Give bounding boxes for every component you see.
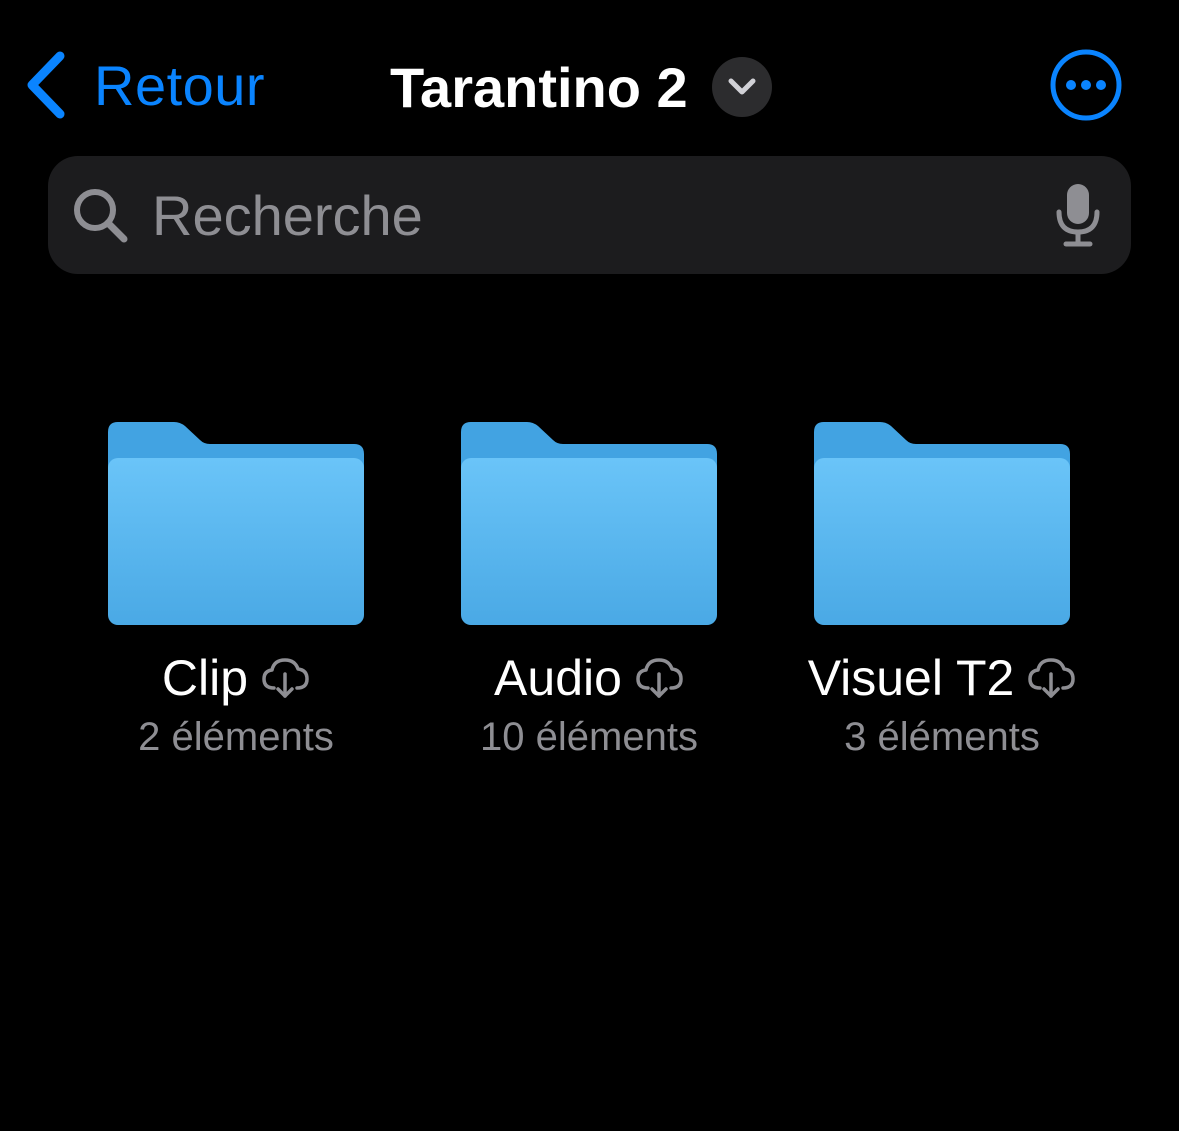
folder-icon: [461, 422, 717, 625]
ellipsis-circle-icon: [1050, 49, 1122, 121]
search-bar[interactable]: [48, 156, 1131, 274]
folder-item-count: 3 éléments: [844, 715, 1040, 759]
folder-item-count: 10 éléments: [480, 715, 698, 759]
cloud-download-icon[interactable]: [260, 656, 310, 700]
files-app-screen: Retour Tarantino 2 Recherche Clip 2 élém…: [0, 0, 1179, 1131]
folder-item[interactable]: Clip 2 éléments: [71, 420, 401, 760]
microphone-icon[interactable]: [1053, 182, 1103, 248]
more-options-button[interactable]: [1049, 48, 1123, 122]
folder-icon: [108, 422, 364, 625]
cloud-download-icon[interactable]: [634, 656, 684, 700]
folder-item[interactable]: Audio 10 éléments: [424, 420, 754, 760]
chevron-down-icon: [728, 78, 756, 95]
folder-name: Clip: [161, 650, 249, 706]
folder-name: Audio: [494, 650, 622, 706]
folder-item-count: 2 éléments: [138, 715, 334, 759]
folder-icon: [814, 422, 1070, 625]
folder-title-group[interactable]: Tarantino 2: [390, 52, 772, 122]
cloud-download-icon[interactable]: [1026, 656, 1076, 700]
folder-item[interactable]: Visuel T2 3 éléments: [777, 420, 1107, 760]
back-button[interactable]: Retour: [24, 50, 265, 120]
search-input[interactable]: [150, 174, 1053, 256]
magnifier-icon: [74, 189, 128, 243]
title-menu-button[interactable]: [711, 57, 772, 117]
chevron-left-icon: [27, 51, 65, 119]
folder-name: Visuel T2: [807, 650, 1015, 706]
page-title: Tarantino 2: [390, 55, 688, 119]
back-button-label: Retour: [94, 53, 266, 117]
navigation-bar: Retour Tarantino 2: [0, 0, 1179, 150]
